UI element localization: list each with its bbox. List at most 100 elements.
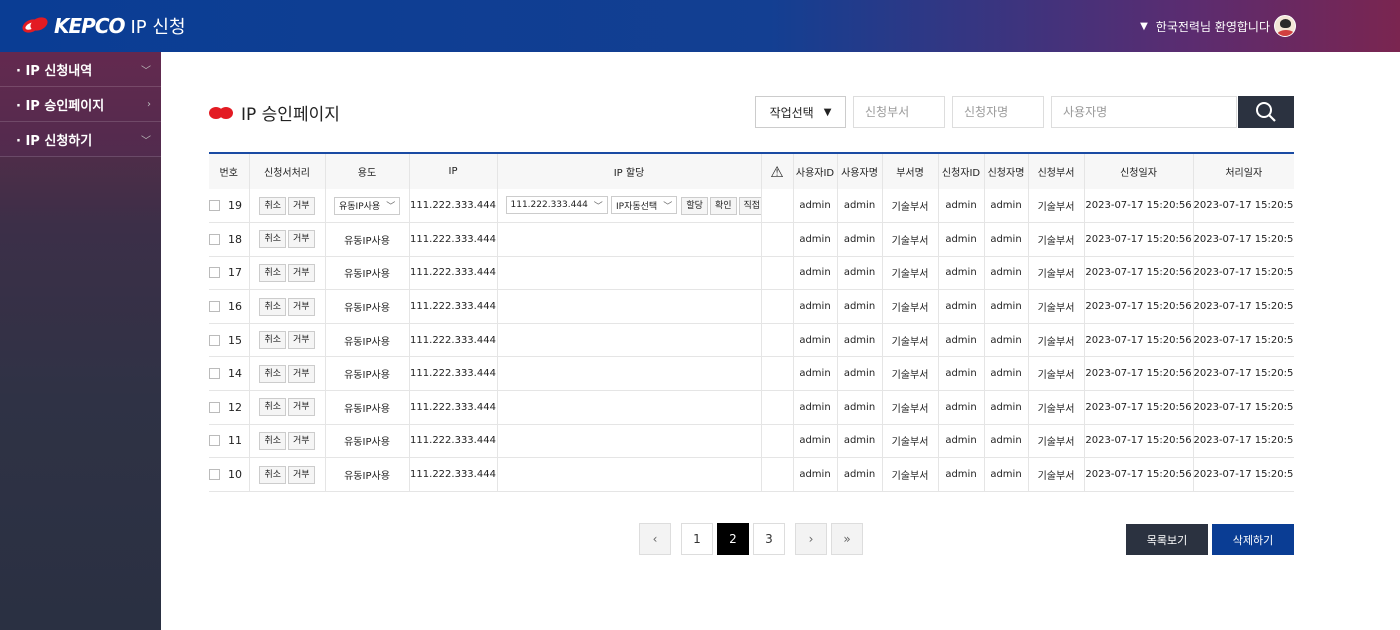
sidebar: · IP 신청내역 ﹀ · IP 승인페이지 › · IP 신청하기 ﹀	[0, 52, 161, 630]
cancel-button[interactable]: 취소	[259, 297, 286, 316]
applicant-name-cell: admin	[983, 189, 1028, 224]
alloc-ip-select[interactable]: 111.222.333.444 ﹀	[505, 196, 608, 215]
processed-date-cell: 2023-07-17 15:20:56	[1192, 256, 1294, 291]
applicant-id-cell: admin	[937, 356, 984, 392]
dept-cell: 기술부서	[881, 424, 938, 459]
page-title-text: IP 승인페이지	[241, 105, 340, 125]
page-button-3[interactable]: 3	[753, 523, 785, 555]
number-cell: 12	[209, 390, 249, 425]
row-checkbox[interactable]	[209, 267, 220, 279]
user-name-cell: admin	[836, 323, 882, 358]
col-header: 용도	[324, 152, 409, 189]
cancel-button[interactable]: 취소	[259, 398, 286, 417]
dept-cell: 기술부서	[881, 222, 938, 257]
sidebar-item-approval[interactable]: · IP 승인페이지 ›	[0, 87, 161, 122]
applicant-dept-cell: 기술부서	[1027, 222, 1084, 257]
search-button[interactable]	[1238, 96, 1294, 128]
number-cell: 15	[209, 323, 249, 358]
sidebar-item-apply-history[interactable]: · IP 신청내역 ﹀	[0, 52, 161, 87]
reject-button[interactable]: 거부	[288, 230, 315, 249]
delete-button[interactable]: 삭제하기	[1212, 524, 1294, 555]
prev-page-button[interactable]: ‹	[639, 523, 671, 555]
process-cell: 취소 거부	[248, 390, 325, 425]
col-header: 사용자ID	[792, 152, 837, 189]
reject-button[interactable]: 거부	[288, 331, 315, 350]
row-checkbox[interactable]	[209, 401, 220, 413]
confirm-button[interactable]: 확인	[709, 197, 737, 216]
direct-button[interactable]: 직접	[738, 197, 761, 216]
row-checkbox[interactable]	[209, 200, 220, 212]
sidebar-item-apply[interactable]: · IP 신청하기 ﹀	[0, 122, 161, 157]
alloc-mode-value: IP자동선택	[616, 201, 658, 212]
process-cell: 취소 거부	[248, 323, 325, 358]
row-checkbox[interactable]	[209, 368, 220, 380]
page-button-1[interactable]: 1	[681, 523, 713, 555]
row-checkbox[interactable]	[209, 435, 220, 447]
reject-button[interactable]: 거부	[288, 196, 315, 215]
warning-cell	[760, 222, 793, 257]
cancel-button[interactable]: 취소	[259, 230, 286, 249]
list-button[interactable]: 목록보기	[1126, 524, 1208, 555]
usage-select[interactable]: 유동IP사용 ﹀	[334, 196, 400, 215]
process-cell: 취소 거부	[248, 189, 325, 224]
last-page-button[interactable]: »	[831, 523, 863, 555]
task-select[interactable]: 작업선택 ▼	[755, 96, 846, 128]
ip-alloc-cell	[496, 356, 761, 392]
cancel-button[interactable]: 취소	[259, 196, 286, 215]
applicant-input[interactable]	[952, 96, 1044, 128]
reject-button[interactable]: 거부	[288, 398, 315, 417]
user-id-cell: admin	[792, 356, 837, 392]
user-input[interactable]	[1051, 96, 1237, 128]
applied-date-cell: 2023-07-17 15:20:56	[1083, 424, 1193, 459]
ip-cell: 111.222.333.444	[408, 289, 497, 324]
chevron-down-icon: ﹀	[141, 65, 151, 77]
kepco-mark-icon	[20, 14, 50, 36]
usage-cell: 유동IP사용	[324, 289, 409, 324]
row-checkbox[interactable]	[209, 233, 220, 245]
reject-button[interactable]: 거부	[288, 431, 315, 450]
user-id-cell: admin	[792, 457, 837, 492]
process-cell: 취소 거부	[248, 356, 325, 392]
applicant-name-cell: admin	[983, 323, 1028, 358]
user-id-cell: admin	[792, 256, 837, 291]
applicant-name-cell: admin	[983, 457, 1028, 492]
ip-cell: 111.222.333.444	[408, 424, 497, 459]
user-id-cell: admin	[792, 323, 837, 358]
reject-button[interactable]: 거부	[288, 465, 315, 484]
applied-date-cell: 2023-07-17 15:20:56	[1083, 189, 1193, 224]
alloc-mode-select[interactable]: IP자동선택 ﹀	[611, 196, 678, 215]
chevron-down-icon: ﹀	[141, 135, 151, 147]
next-page-button[interactable]: ›	[795, 523, 827, 555]
dept-input[interactable]	[853, 96, 945, 128]
reject-button[interactable]: 거부	[288, 364, 315, 383]
col-header: IP	[408, 152, 497, 189]
row-checkbox[interactable]	[209, 469, 220, 481]
welcome-text: 한국전력님 환영합니다	[1155, 20, 1270, 34]
avatar[interactable]	[1274, 15, 1296, 37]
dept-cell: 기술부서	[881, 323, 938, 358]
dept-cell: 기술부서	[881, 457, 938, 492]
cancel-button[interactable]: 취소	[259, 465, 286, 484]
user-name-cell: admin	[836, 256, 882, 291]
reject-button[interactable]: 거부	[288, 263, 315, 282]
cancel-button[interactable]: 취소	[259, 364, 286, 383]
dept-cell: 기술부서	[881, 289, 938, 324]
reject-button[interactable]: 거부	[288, 297, 315, 316]
kepco-logo[interactable]: KEPCO IP 신청	[20, 14, 186, 38]
cancel-button[interactable]: 취소	[259, 431, 286, 450]
user-name-cell: admin	[836, 424, 882, 459]
user-menu[interactable]: ▼ 한국전력님 환영합니다	[1140, 18, 1270, 35]
row-checkbox[interactable]	[209, 334, 220, 346]
row-checkbox[interactable]	[209, 301, 220, 313]
applicant-dept-cell: 기술부서	[1027, 289, 1084, 324]
cancel-button[interactable]: 취소	[259, 263, 286, 282]
warning-cell	[760, 424, 793, 459]
user-name-cell: admin	[836, 390, 882, 425]
cancel-button[interactable]: 취소	[259, 331, 286, 350]
warning-cell	[760, 256, 793, 291]
user-name-cell: admin	[836, 222, 882, 257]
assign-button[interactable]: 할당	[681, 197, 708, 216]
page-button-2[interactable]: 2	[717, 523, 749, 555]
process-cell: 취소 거부	[248, 457, 325, 492]
applied-date-cell: 2023-07-17 15:20:56	[1083, 323, 1193, 358]
